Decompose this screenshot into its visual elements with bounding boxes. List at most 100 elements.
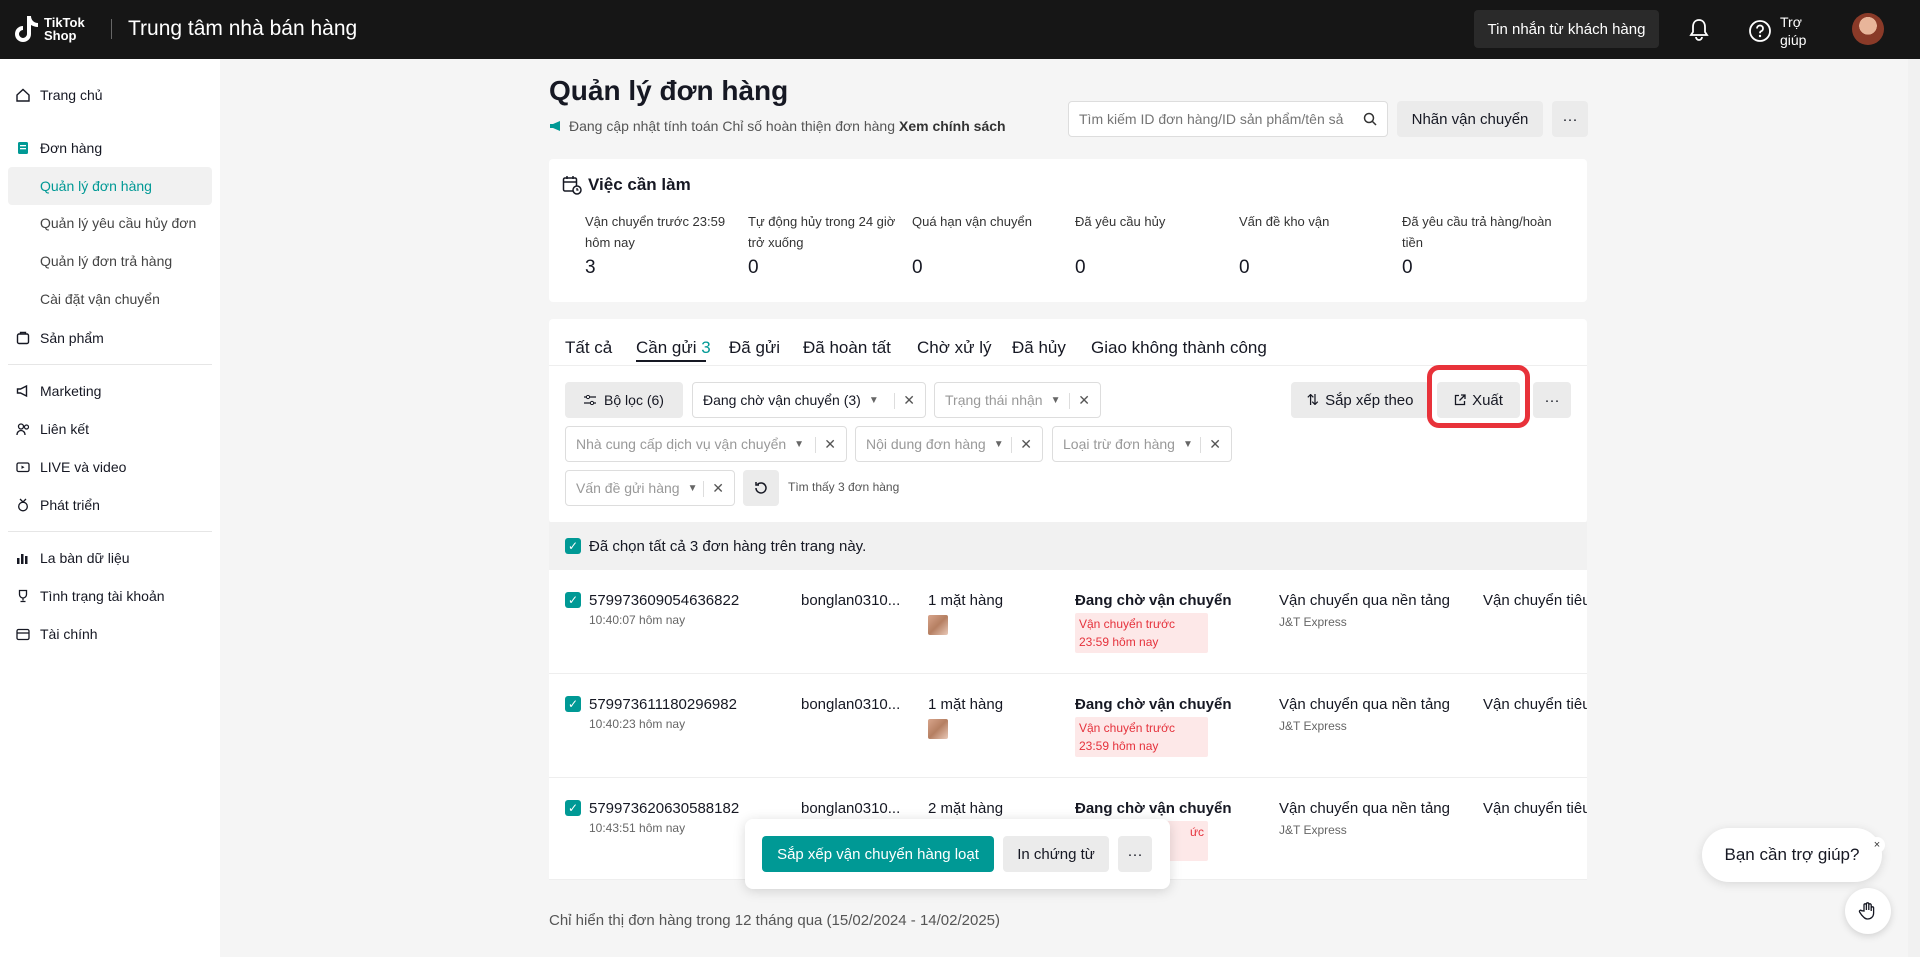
help-bubble[interactable]: Bạn cần trợ giúp? — [1702, 828, 1882, 882]
bulk-action-bar: Sắp xếp vận chuyển hàng loạt In chứng từ… — [745, 819, 1170, 889]
receive-status-filter[interactable]: Trạng thái nhận ▼ ✕ — [934, 382, 1101, 418]
tiktok-shop-logo[interactable]: TikTok Shop — [14, 13, 85, 45]
tab-completed[interactable]: Đã hoàn tất — [803, 338, 891, 358]
shipping-type: Vận chuyển tiêu — [1483, 800, 1587, 817]
customer-messages-button[interactable]: Tin nhắn từ khách hàng — [1474, 10, 1659, 48]
order-content-filter[interactable]: Nội dung đơn hàng ▼ ✕ — [855, 426, 1043, 462]
tab-pending[interactable]: Chờ xử lý — [917, 338, 991, 358]
orders-icon — [16, 141, 30, 155]
sort-arrows-icon: ⇅ — [1306, 392, 1320, 409]
bell-icon[interactable] — [1688, 18, 1710, 47]
sidebar-item-cancel-requests[interactable]: Quản lý yêu cầu hủy đơn — [40, 215, 196, 231]
todo-stat-overdue[interactable]: Quá hạn vận chuyển 0 — [912, 211, 1062, 278]
clear-icon[interactable]: ✕ — [824, 436, 836, 453]
bulk-more-button[interactable]: ··· — [1118, 836, 1152, 872]
item-count: 2 mặt hàng — [928, 800, 1004, 817]
product-thumbnail[interactable] — [928, 719, 948, 739]
todo-stat-cancel-requested[interactable]: Đã yêu cầu hủy 0 — [1075, 211, 1225, 278]
carrier-name: J&T Express — [1279, 615, 1347, 629]
row-checkbox[interactable]: ✓ — [565, 800, 581, 816]
sidebar-item-label: La bàn dữ liệu — [40, 550, 130, 566]
select-all-checkbox[interactable]: ✓ — [565, 538, 581, 554]
todo-stat-logistics-issue[interactable]: Vấn đề kho vận 0 — [1239, 211, 1389, 278]
tab-failed-delivery[interactable]: Giao không thành công — [1091, 338, 1267, 358]
chevron-down-icon: ▼ — [868, 394, 879, 406]
tab-to-ship[interactable]: Cần gửi 3 — [636, 338, 711, 358]
megaphone-icon — [549, 120, 563, 132]
scrollbar[interactable] — [1908, 59, 1920, 957]
sidebar-item-label: Tài chính — [40, 626, 98, 642]
filter-button[interactable]: Bộ lọc (6) — [565, 382, 683, 418]
sidebar-item-orders[interactable]: Đơn hàng — [16, 136, 216, 160]
sidebar-item-home[interactable]: Trang chủ — [16, 83, 216, 107]
tab-shipped[interactable]: Đã gửi — [729, 338, 780, 358]
chevron-down-icon: ▼ — [993, 438, 1004, 450]
sidebar-item-label: Phát triển — [40, 497, 100, 513]
shipping-label-button[interactable]: Nhãn vận chuyển — [1397, 101, 1543, 137]
app-title: Trung tâm nhà bán hàng — [128, 17, 358, 40]
header-more-button[interactable]: ··· — [1552, 101, 1588, 137]
medal-icon — [16, 498, 30, 512]
status-filter[interactable]: Đang chờ vận chuyển (3) ▼ ✕ — [692, 382, 926, 418]
todo-stat-auto-cancel[interactable]: Tự động hủy trong 24 giờ trở xuống 0 — [748, 211, 898, 278]
top-bar: TikTok Shop Trung tâm nhà bán hàng Tin n… — [0, 0, 1920, 59]
order-id[interactable]: 579973620630588182 — [589, 800, 739, 817]
sidebar-item-affiliate[interactable]: Liên kết — [16, 417, 216, 441]
sidebar-item-account-health[interactable]: Tình trạng tài khoản — [16, 584, 216, 608]
order-search[interactable] — [1068, 101, 1388, 137]
reset-filters-button[interactable] — [743, 470, 779, 506]
sidebar-item-order-management[interactable]: Quản lý đơn hàng — [8, 167, 212, 205]
order-time: 10:40:07 hôm nay — [589, 613, 686, 627]
clear-icon[interactable]: ✕ — [1209, 436, 1221, 453]
todo-stat-return-refund[interactable]: Đã yêu cầu trả hàng/hoàn tiền 0 — [1402, 211, 1552, 278]
clear-icon[interactable]: ✕ — [1078, 392, 1090, 409]
search-icon[interactable] — [1363, 112, 1377, 126]
help-menu[interactable]: Trợ giúp — [1748, 13, 1806, 49]
table-row[interactable]: ✓ 579973611180296982 10:40:23 hôm nay bon… — [549, 674, 1587, 778]
close-icon[interactable]: × — [1869, 837, 1885, 853]
row-checkbox[interactable]: ✓ — [565, 592, 581, 608]
active-tab-underline — [636, 360, 706, 362]
ship-issue-filter[interactable]: Vấn đề gửi hàng ▼ ✕ — [565, 470, 735, 506]
clear-icon[interactable]: ✕ — [712, 480, 724, 497]
shipping-type: Vận chuyển tiêu — [1483, 696, 1587, 713]
sidebar-item-label: Đơn hàng — [40, 140, 103, 156]
sidebar-item-data-compass[interactable]: La bàn dữ liệu — [16, 546, 216, 570]
item-count: 1 mặt hàng — [928, 696, 1004, 713]
sort-button[interactable]: ⇅ Sắp xếp theo — [1291, 382, 1429, 418]
print-documents-button[interactable]: In chứng từ — [1003, 836, 1109, 872]
chip-separator — [894, 393, 895, 409]
sidebar-item-finance[interactable]: Tài chính — [16, 622, 216, 646]
table-row[interactable]: ✓ 579973609054636822 10:40:07 hôm nay bon… — [549, 570, 1587, 674]
buyer-name[interactable]: bonglan0310... — [801, 800, 900, 817]
clear-icon[interactable]: ✕ — [1020, 436, 1032, 453]
product-thumbnail[interactable] — [928, 615, 948, 635]
help-hand-button[interactable] — [1845, 888, 1891, 934]
sidebar-item-growth[interactable]: Phát triển — [16, 493, 216, 517]
tab-cancelled[interactable]: Đã hủy — [1012, 338, 1066, 358]
question-icon — [1749, 20, 1771, 42]
logo-text: TikTok Shop — [44, 15, 85, 43]
buyer-name[interactable]: bonglan0310... — [801, 592, 900, 609]
tab-all[interactable]: Tất cả — [565, 338, 612, 358]
exclude-orders-filter[interactable]: Loại trừ đơn hàng ▼ ✕ — [1052, 426, 1232, 462]
search-input[interactable] — [1079, 111, 1363, 127]
sidebar-item-returns[interactable]: Quản lý đơn trả hàng — [40, 253, 172, 269]
sidebar-item-marketing[interactable]: Marketing — [16, 379, 216, 403]
filters-more-button[interactable]: ··· — [1533, 382, 1571, 418]
avatar[interactable] — [1852, 13, 1884, 45]
order-id[interactable]: 579973611180296982 — [589, 696, 737, 713]
buyer-name[interactable]: bonglan0310... — [801, 696, 900, 713]
clear-icon[interactable]: ✕ — [903, 392, 915, 409]
todo-stat-ship-today[interactable]: Vận chuyển trước 23:59 hôm nay 3 — [585, 211, 735, 278]
order-id[interactable]: 579973609054636822 — [589, 592, 739, 609]
provider-filter[interactable]: Nhà cung cấp dịch vụ vận chuyển ▼ ✕ — [565, 426, 847, 462]
sidebar-item-shipping-settings[interactable]: Cài đặt vận chuyển — [40, 291, 160, 307]
bulk-arrange-shipping-button[interactable]: Sắp xếp vận chuyển hàng loạt — [762, 836, 994, 872]
row-checkbox[interactable]: ✓ — [565, 696, 581, 712]
sidebar-item-label: LIVE và video — [40, 459, 127, 475]
sidebar-item-label: Marketing — [40, 383, 102, 399]
sidebar-item-products[interactable]: Sản phẩm — [16, 326, 216, 350]
sidebar-item-live-video[interactable]: LIVE và video — [16, 455, 216, 479]
view-policy-link[interactable]: Xem chính sách — [899, 118, 1006, 134]
